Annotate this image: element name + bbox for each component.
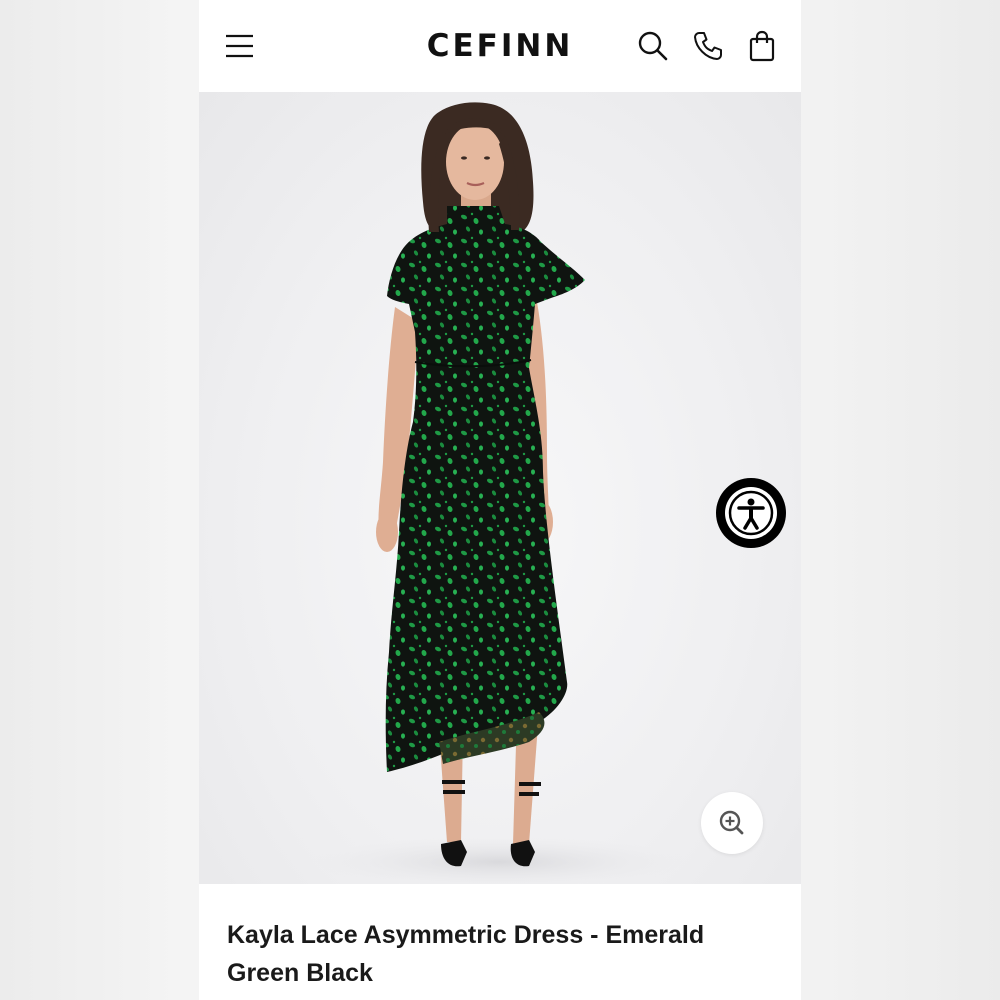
mobile-viewport: CEFINN Kayla Lace Asymmetric Dress - Eme… — [199, 0, 801, 1000]
shopping-bag-icon[interactable] — [744, 28, 780, 64]
site-header: CEFINN — [199, 0, 801, 92]
product-image[interactable] — [199, 92, 801, 884]
product-title: Kayla Lace Asymmetric Dress - Emerald Gr… — [227, 921, 705, 987]
accessibility-icon[interactable] — [716, 478, 786, 548]
hamburger-menu-icon[interactable] — [223, 30, 255, 62]
brand-logo[interactable]: CEFINN — [409, 26, 591, 66]
phone-icon[interactable] — [690, 28, 726, 64]
model-photo — [309, 102, 689, 884]
search-icon[interactable] — [635, 28, 671, 64]
zoom-in-icon[interactable] — [701, 792, 763, 854]
